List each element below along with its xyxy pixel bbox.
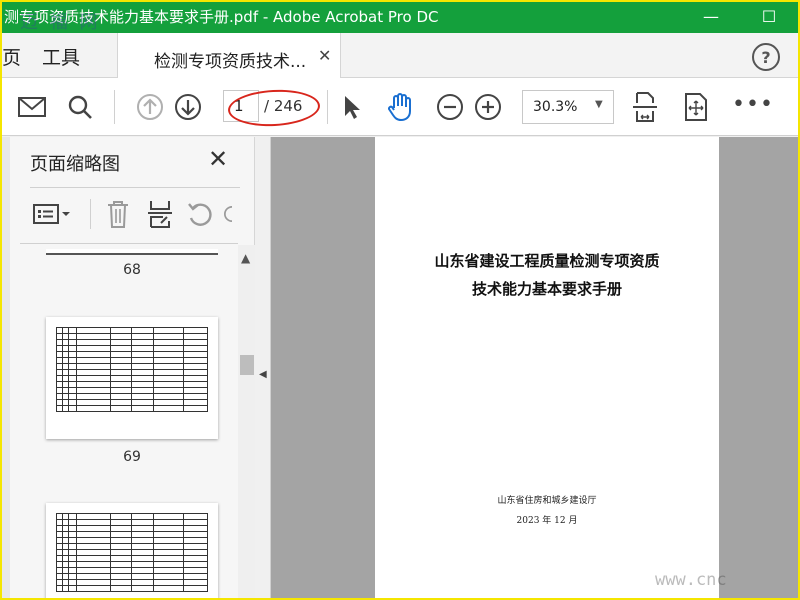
tab-tools[interactable]: 工具 — [42, 43, 80, 70]
thumbnail-table-preview — [56, 327, 208, 412]
page-thumbnails-panel: 页面缩略图 ✕ 68 69 ▲ — [10, 137, 256, 600]
page-thumbnail[interactable] — [46, 249, 218, 255]
thumbnail-page-number: 68 — [123, 262, 141, 278]
more-options-icon[interactable]: ••• — [732, 92, 774, 117]
extract-page-icon[interactable] — [142, 197, 178, 231]
main-toolbar: 1 / 246 30.3% ▼ ••• — [0, 78, 800, 136]
help-icon[interactable]: ? — [752, 43, 780, 71]
delete-icon[interactable] — [100, 197, 136, 231]
page-thumbnail[interactable] — [46, 503, 218, 600]
thumbnail-page-number: 69 — [123, 449, 141, 465]
thumbnail-options-icon[interactable] — [30, 197, 74, 231]
close-icon[interactable]: ✕ — [208, 147, 228, 171]
document-title-line1: 山东省建设工程质量检测专项资质 — [434, 252, 660, 270]
collapse-arrow-icon[interactable]: ◀ — [259, 369, 267, 380]
maximize-button[interactable]: ☐ — [746, 2, 792, 30]
minimize-button[interactable]: — — [688, 2, 734, 30]
mail-icon[interactable] — [17, 92, 47, 122]
page-thumbnail[interactable] — [46, 317, 218, 439]
panel-collapse-bar[interactable]: ◀ — [255, 137, 271, 600]
watermark-bottom: www.cnc — [655, 570, 727, 590]
tab-document[interactable]: 检测专项资质技术... ✕ — [117, 33, 341, 79]
tab-document-label: 检测专项资质技术... — [154, 52, 307, 72]
thumbnail-list: 68 69 — [20, 245, 230, 600]
next-page-icon[interactable] — [173, 92, 203, 122]
scrollbar-thumb[interactable] — [240, 355, 254, 375]
title-bar: 测专项资质技术能力基本要求手册.pdf - Adobe Acrobat Pro … — [0, 0, 800, 33]
panel-divider — [30, 187, 240, 188]
thumbnail-table-preview — [56, 513, 208, 592]
tab-home[interactable]: 页 — [2, 43, 21, 70]
toolbar-divider — [114, 90, 115, 124]
close-icon[interactable]: ✕ — [318, 46, 331, 65]
panel-divider — [20, 243, 238, 244]
document-date: 2023 年 12 月 — [516, 516, 578, 526]
chevron-down-icon: ▼ — [595, 99, 603, 110]
search-icon[interactable] — [65, 92, 95, 122]
rotate-left-icon[interactable] — [182, 197, 218, 231]
zoom-out-icon[interactable] — [435, 92, 465, 122]
zoom-select[interactable]: 30.3% ▼ — [522, 90, 614, 124]
fit-page-icon[interactable] — [630, 92, 660, 122]
scroll-up-icon[interactable]: ▲ — [241, 251, 250, 265]
document-page: 山东省建设工程质量检测专项资质 技术能力基本要求手册 山东省住房和城乡建设厅 2… — [375, 137, 719, 600]
document-view[interactable]: 山东省建设工程质量检测专项资质 技术能力基本要求手册 山东省住房和城乡建设厅 2… — [271, 137, 800, 600]
rotate-right-icon[interactable] — [222, 197, 242, 231]
previous-page-icon[interactable] — [135, 92, 165, 122]
left-strip — [0, 137, 10, 600]
toolbar-divider — [327, 90, 328, 124]
tab-bar: 页 工具 检测专项资质技术... ✕ ? — [0, 33, 800, 79]
document-title-line2: 技术能力基本要求手册 — [471, 280, 622, 298]
watermark-top: 迈 福 网 — [20, 12, 101, 33]
thumbnail-scrollbar[interactable]: ▲ — [238, 245, 256, 600]
zoom-value: 30.3% — [533, 99, 578, 115]
panel-title: 页面缩略图 — [30, 154, 120, 175]
select-cursor-icon[interactable] — [337, 92, 367, 122]
full-screen-icon[interactable] — [681, 92, 711, 122]
document-issuer: 山东省住房和城乡建设厅 — [497, 496, 597, 506]
hand-tool-icon[interactable] — [385, 92, 415, 122]
panel-toolbar-divider — [90, 199, 91, 229]
zoom-in-icon[interactable] — [473, 92, 503, 122]
